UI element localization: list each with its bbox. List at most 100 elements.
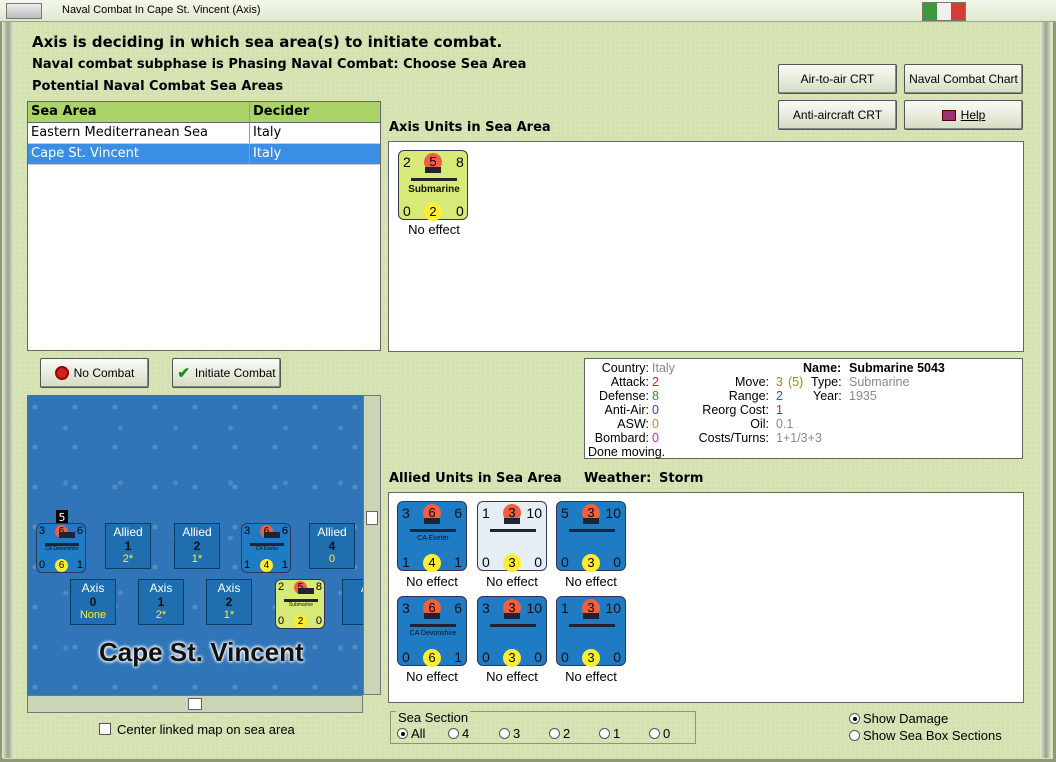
naval-combat-chart-button[interactable]: Naval Combat Chart — [904, 64, 1023, 94]
no-entry-icon — [54, 366, 69, 380]
table-row-selected[interactable]: Cape St. Vincent Italy — [28, 144, 380, 165]
sea-box-axis[interactable]: Axis 2 1* — [206, 579, 252, 625]
unit-counter[interactable]: 3 6 6 0 6 1 CA Devonshire — [36, 523, 86, 573]
sea-box-side: Allied — [182, 525, 212, 539]
anti-aircraft-crt-button[interactable]: Anti-aircraft CRT — [778, 100, 897, 130]
table-title: Potential Naval Combat Sea Areas — [32, 79, 284, 94]
costs-value: 1+1/3+3 — [776, 431, 822, 445]
center-map-checkbox[interactable] — [99, 723, 111, 735]
unit-bottom-mid: 2 — [424, 203, 442, 221]
initiate-combat-button[interactable]: ✔ Initiate Combat — [172, 358, 281, 388]
unit-value-bm: 4 — [423, 554, 441, 572]
allied-units-panel: 3 6 6 1 4 1 CA Exeter No effect 1 3 10 0 3 0 No effect… — [388, 492, 1024, 703]
sea-box-sub: 1* — [223, 609, 235, 621]
air-to-air-crt-button[interactable]: Air-to-air CRT — [778, 64, 897, 94]
vscroll-thumb[interactable] — [366, 511, 378, 525]
sea-box-allied[interactable]: Allied 2 1* — [174, 523, 220, 569]
title-bar: Naval Combat In Cape St. Vincent (Axis) — [0, 0, 1056, 22]
unit-value-bl: 1 — [402, 554, 410, 570]
defense-value: 8 — [652, 389, 659, 403]
sea-box-axis[interactable]: Axis 0 None — [70, 579, 116, 625]
unit-value-tr: 6 — [76, 525, 83, 537]
sea-box-axis[interactable]: Axis 1 2* — [138, 579, 184, 625]
unit-bottom-left: 0 — [403, 203, 411, 219]
col-sea-area[interactable]: Sea Area — [28, 102, 250, 122]
sea-box-side: Allied — [113, 525, 143, 539]
oil-label: Oil: — [750, 417, 769, 431]
weather-value: Storm — [659, 471, 704, 486]
radio-label: 2 — [563, 726, 571, 741]
unit-counter[interactable]: 5 3 10 0 3 0 — [556, 501, 626, 572]
col-decider[interactable]: Decider — [250, 102, 360, 122]
sea-box-axis[interactable]: A — [342, 579, 363, 625]
sea-area-map[interactable]: 5 Axis0NoneAxis12*Axis21*A366061CA Devon… — [27, 395, 363, 695]
left-frame — [2, 22, 14, 758]
sea-box-allied[interactable]: Allied 4 0 — [309, 523, 355, 569]
radio-2[interactable]: 2 — [549, 726, 570, 741]
unit-value-br: 0 — [613, 649, 621, 665]
table-row[interactable]: Eastern Mediterranean Sea Italy — [28, 123, 380, 144]
sea-box-n: 0 — [89, 595, 97, 609]
center-map-label: Center linked map on sea area — [117, 722, 295, 737]
sea-box-side: A — [343, 581, 363, 595]
asw-value: 0 — [652, 417, 659, 431]
initiate-combat-label: Initiate Combat — [194, 366, 276, 380]
unit-bottom-right: 0 — [456, 203, 464, 219]
unit-value-tl: 3 — [39, 525, 46, 537]
radio-label: All — [411, 726, 426, 741]
unit-name: CA Exeter — [417, 535, 449, 542]
allied-units-label: Allied Units in Sea Area — [389, 471, 562, 486]
unit-counter[interactable]: 2 5 8 0 2 0 Submarine — [275, 579, 325, 629]
move-value: 3 — [776, 375, 783, 389]
sea-box-side: Axis — [217, 581, 241, 595]
radio-indicator — [849, 730, 860, 741]
unit-value-bm: 3 — [503, 649, 521, 667]
unit-value-tl: 1 — [561, 600, 569, 616]
type-label: Type: — [811, 375, 842, 389]
unit-counter[interactable]: 3 6 6 1 4 1 CA Exeter — [241, 523, 291, 573]
unit-value-bm: 4 — [260, 559, 273, 572]
table-header: Sea Area Decider — [28, 102, 380, 123]
status-heading: Axis is deciding in which sea area(s) to… — [32, 33, 503, 51]
unit-counter[interactable]: 3 3 10 0 3 0 — [477, 596, 547, 667]
unit-counter[interactable]: 1 3 10 0 3 0 — [556, 596, 626, 667]
subphase-text: Naval combat subphase is Phasing Naval C… — [32, 57, 527, 72]
help-button[interactable]: Help — [904, 100, 1023, 130]
unit-value-tr: 10 — [526, 505, 542, 521]
hscroll-thumb[interactable] — [188, 698, 202, 710]
sea-box-allied[interactable]: Allied 1 2* — [105, 523, 151, 569]
unit-counter[interactable]: 3 6 6 1 4 1 CA Exeter — [397, 501, 467, 572]
unit-counter[interactable]: 3 6 6 0 6 1 CA Devonshire — [397, 596, 467, 667]
oil-value: 0.1 — [776, 417, 794, 431]
radio-3[interactable]: 3 — [499, 726, 520, 741]
map-title: Cape St. Vincent — [99, 637, 304, 667]
warship-icon — [490, 518, 536, 532]
radio-all[interactable]: All — [397, 726, 425, 741]
radio-1[interactable]: 1 — [599, 726, 620, 741]
unit-value-bl: 0 — [39, 559, 46, 571]
unit-value-bm: 2 — [294, 615, 307, 628]
no-combat-button[interactable]: No Combat — [40, 358, 149, 388]
radio-0[interactable]: 0 — [649, 726, 670, 741]
radio-label: 3 — [513, 726, 521, 741]
show-sea-box-option[interactable]: Show Sea Box Sections — [849, 728, 1002, 743]
unit-value-tr: 10 — [605, 505, 621, 521]
radio-4[interactable]: 4 — [448, 726, 469, 741]
cell-decider: Italy — [253, 146, 282, 161]
book-icon — [941, 109, 956, 121]
unit-value-tl: 2 — [278, 581, 285, 593]
show-damage-option[interactable]: Show Damage — [849, 711, 948, 726]
system-menu-button[interactable] — [6, 3, 42, 19]
unit-value-bl: 0 — [482, 649, 490, 665]
unit-value-bm: 6 — [55, 559, 68, 572]
year-value: 1935 — [849, 389, 877, 403]
map-vertical-scrollbar[interactable] — [363, 395, 381, 695]
radio-label: 1 — [613, 726, 621, 741]
map-horizontal-scrollbar[interactable] — [27, 695, 363, 713]
axis-unit-counter[interactable]: 2 5 8 Submarine 0 2 0 — [398, 150, 468, 221]
unit-counter[interactable]: 1 3 10 0 3 0 — [477, 501, 547, 572]
move-extra: (5) — [788, 375, 804, 389]
sea-box-sub: None — [79, 609, 107, 621]
country-value: Italy — [652, 361, 675, 375]
unit-value-br: 0 — [534, 554, 542, 570]
